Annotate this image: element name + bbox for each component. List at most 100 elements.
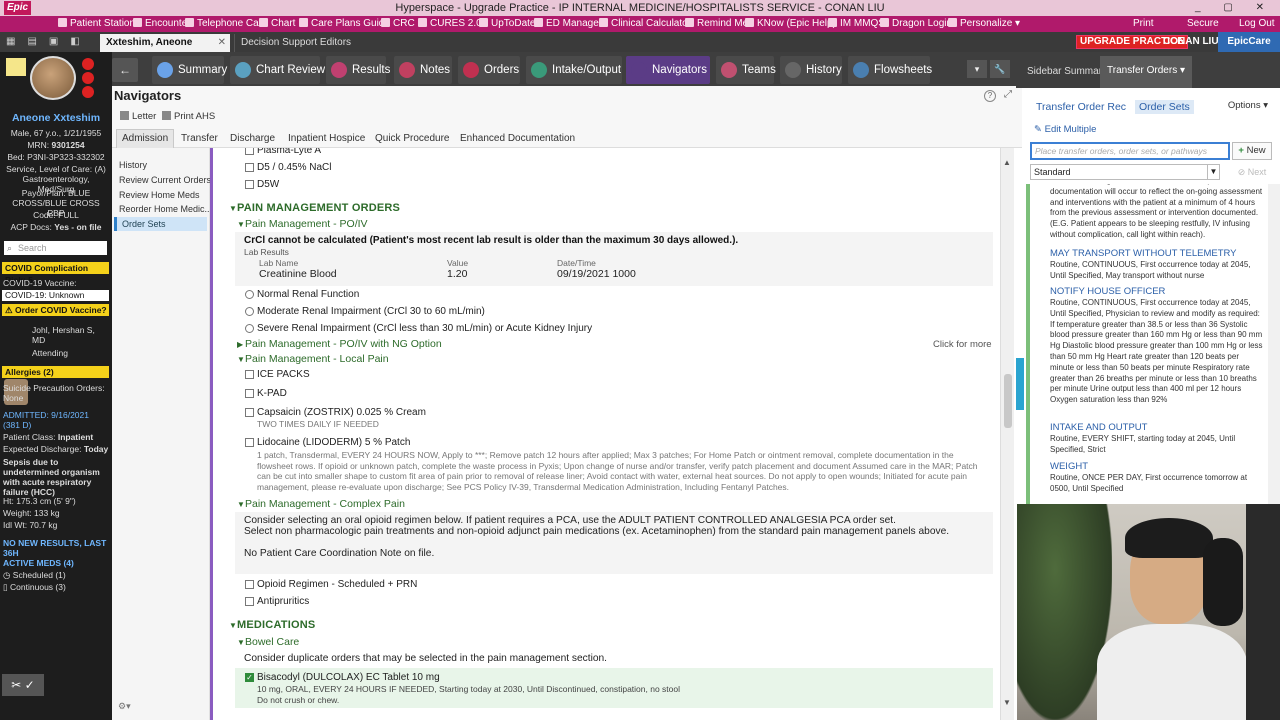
checkbox-d5-nacl[interactable] <box>245 163 254 172</box>
nav-order-sets[interactable]: Order Sets <box>114 217 207 231</box>
nav-history[interactable]: History <box>119 160 147 170</box>
tab-transfer[interactable]: Transfer <box>176 130 223 148</box>
order-ice-packs[interactable]: ICE PACKS <box>257 369 310 380</box>
workspace-quick-icons[interactable]: ▦▤▣◧ <box>6 32 92 52</box>
sidebar-search-input[interactable]: ⌕ Search <box>4 241 107 255</box>
tab-history[interactable]: History <box>780 56 842 84</box>
expand-triangle-icon[interactable]: ▶ <box>237 340 243 349</box>
toolbar-print[interactable]: Print <box>1133 16 1154 32</box>
toolbar-log-out[interactable]: Log Out <box>1239 16 1275 32</box>
nav-review-home-meds[interactable]: Review Home Meds <box>119 190 200 200</box>
toolbar-im-mmqs[interactable]: IM MMQS <box>828 16 885 32</box>
close-icon[interactable]: ✕ <box>218 34 226 52</box>
tab-teams[interactable]: Teams <box>716 56 776 84</box>
tab-summary[interactable]: Summary <box>152 56 227 84</box>
tab-transfer-orders[interactable]: Transfer Orders ▾ <box>1100 56 1193 88</box>
order-search-input[interactable]: Place transfer orders, order sets, or pa… <box>1030 142 1230 160</box>
option-severe-renal[interactable]: Severe Renal Impairment (CrCl less than … <box>257 323 592 334</box>
letter-button[interactable]: Letter <box>120 111 156 122</box>
toolbar-uptodate[interactable]: UpToDate <box>479 16 535 32</box>
order-covid-vaccine-button[interactable]: ⚠ Order COVID Vaccine? <box>2 304 109 316</box>
tab-discharge[interactable]: Discharge <box>225 130 280 148</box>
radio-normal-renal[interactable] <box>245 290 254 299</box>
toolbar-telephone-call[interactable]: Telephone Call <box>185 16 263 32</box>
back-arrow-icon[interactable]: ← <box>112 58 138 82</box>
order-bisacodyl[interactable]: Bisacodyl (DULCOLAX) EC Tablet 10 mg <box>257 672 440 683</box>
checkbox-k-pad[interactable] <box>245 389 254 398</box>
toolbar-personalize[interactable]: Personalize ▾ <box>948 16 1020 32</box>
checkbox-d5w[interactable] <box>245 180 254 189</box>
checkbox-opioid-regimen[interactable] <box>245 580 254 589</box>
tab-notes[interactable]: Notes <box>394 56 452 84</box>
print-ahs-button[interactable]: Print AHS <box>162 111 215 122</box>
new-order-button[interactable]: + New <box>1232 142 1272 160</box>
toolbar-secure[interactable]: Secure <box>1187 16 1219 32</box>
allergies-badge[interactable]: Allergies (2) <box>2 366 109 378</box>
order-antipruritics[interactable]: Antipruritics <box>257 596 309 607</box>
option-normal-renal[interactable]: Normal Renal Function <box>257 289 359 300</box>
scroll-up-icon[interactable]: ▲ <box>1003 158 1011 167</box>
section-pain-management-orders[interactable]: PAIN MANAGEMENT ORDERS <box>237 202 400 214</box>
option-moderate-renal[interactable]: Moderate Renal Impairment (CrCl 30 to 60… <box>257 306 485 317</box>
tab-transfer-order-rec[interactable]: Transfer Order Rec <box>1032 100 1130 114</box>
subsection-bowel-care[interactable]: Bowel Care <box>245 636 299 648</box>
radio-moderate-renal[interactable] <box>245 307 254 316</box>
tab-admission[interactable]: Admission <box>116 129 175 148</box>
order-item[interactable]: NOTIFY HOUSE OFFICER Routine, CONTINUOUS… <box>1050 286 1264 406</box>
checkbox-antipruritics[interactable] <box>245 597 254 606</box>
more-activities-dropdown[interactable]: ▾ <box>967 60 987 78</box>
toolbar-care-plans-guide[interactable]: Care Plans Guide <box>299 16 390 32</box>
content-scrollbar[interactable]: ▲ ▼ <box>1000 148 1014 720</box>
sidebar-tools-icon[interactable]: ✂ ✓ <box>2 674 44 696</box>
collapse-triangle-icon[interactable]: ▼ <box>229 621 237 630</box>
toolbar-clinical-calculator[interactable]: Clinical Calculator <box>599 16 691 32</box>
order-capsaicin[interactable]: Capsaicin (ZOSTRIX) 0.025 % Cream <box>257 407 426 418</box>
order-item[interactable]: INTAKE AND OUTPUT Routine, EVERY SHIFT, … <box>1050 422 1264 456</box>
order-item[interactable]: MAY TRANSPORT WITHOUT TELEMETRY Routine,… <box>1050 248 1264 282</box>
order-item[interactable]: WEIGHT Routine, ONCE PER DAY, First occu… <box>1050 461 1264 495</box>
wrench-icon[interactable]: 🔧 <box>990 60 1010 78</box>
checkbox-ice-packs[interactable] <box>245 370 254 379</box>
patient-name[interactable]: Aneone Xxteshim <box>0 112 112 124</box>
order-mode-select[interactable]: Standard ▼ <box>1030 164 1220 180</box>
epiccare-menu[interactable]: EpicCare <box>1218 32 1280 52</box>
popout-icon[interactable]: ⤢ <box>1004 89 1012 100</box>
edit-multiple-button[interactable]: ✎ Edit Multiple <box>1034 124 1096 135</box>
order-item[interactable]: the Richmond Agitation-Sedation Scale is… <box>1050 184 1264 241</box>
tab-patient[interactable]: Xxteshim, Aneone ✕ <box>100 34 230 52</box>
panel-collapse-handle[interactable] <box>1016 358 1024 410</box>
checkbox-capsaicin[interactable] <box>245 408 254 417</box>
tab-intake-output[interactable]: Intake/Output <box>526 56 622 84</box>
tab-quick-procedure[interactable]: Quick Procedure <box>370 130 454 148</box>
subsection-pain-po-iv[interactable]: Pain Management - PO/IV <box>245 218 368 230</box>
toolbar-encounter[interactable]: Encounter <box>133 16 191 32</box>
alert-icons[interactable] <box>82 56 108 100</box>
order-k-pad[interactable]: K-PAD <box>257 388 287 399</box>
tab-order-sets[interactable]: Order Sets <box>1134 100 1194 114</box>
settings-icon[interactable]: ⚙▾ <box>118 701 131 712</box>
toolbar-know[interactable]: KNow (Epic Help) <box>745 16 836 32</box>
checkbox-bisacodyl[interactable]: ✓ <box>245 673 254 682</box>
tab-chart-review[interactable]: Chart Review <box>230 56 325 84</box>
toolbar-patient-station[interactable]: Patient Station <box>58 16 135 32</box>
nav-reorder-home-meds[interactable]: Reorder Home Medic... <box>119 204 212 214</box>
help-icon[interactable]: ? <box>984 90 996 102</box>
nav-review-current-orders[interactable]: Review Current Orders <box>119 175 211 185</box>
continuous-meds[interactable]: ▯ Continuous (3) <box>3 582 109 592</box>
alert-icon[interactable] <box>82 86 94 98</box>
covid-risk-badge[interactable]: COVID Complication Risk: 5 <box>2 262 109 285</box>
order-d5w[interactable]: D5W <box>257 179 279 190</box>
order-opioid-regimen[interactable]: Opioid Regimen - Scheduled + PRN <box>257 579 417 590</box>
subsection-pain-ng-option[interactable]: Pain Management - PO/IV with NG Option <box>245 338 442 350</box>
collapse-triangle-icon[interactable]: ▼ <box>237 500 245 509</box>
subsection-pain-local[interactable]: Pain Management - Local Pain <box>245 353 389 365</box>
scrollbar-thumb[interactable] <box>1004 374 1012 428</box>
collapse-triangle-icon[interactable]: ▼ <box>237 220 245 229</box>
window-controls[interactable]: _ ▢ ✕ <box>1195 0 1274 16</box>
attending-name[interactable]: Johl, Hershan S, MD <box>32 325 108 345</box>
tab-navigators[interactable]: Navigators <box>626 56 710 84</box>
tab-results[interactable]: Results <box>326 56 390 84</box>
order-plasma-lyte[interactable]: Plasma-Lyte A <box>257 148 321 156</box>
click-for-more-link[interactable]: Click for more <box>933 339 992 350</box>
alert-icon[interactable] <box>82 72 94 84</box>
